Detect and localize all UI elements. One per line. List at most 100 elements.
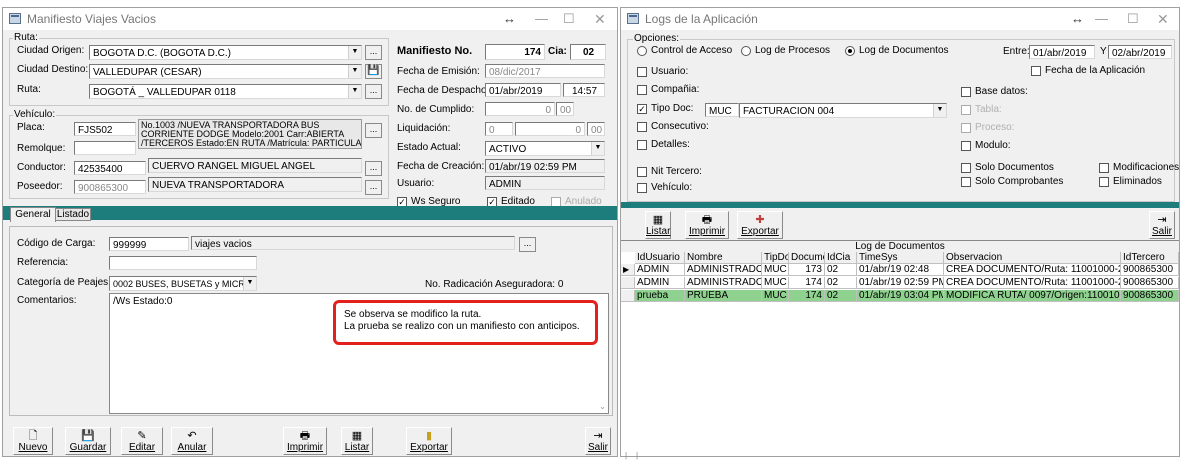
minimize-icon[interactable]: — — [535, 11, 548, 26]
tipo-doc-code-input[interactable]: MUC — [705, 103, 739, 117]
anular-button[interactable]: ↶ Anular — [171, 427, 213, 455]
conductor-browse-button[interactable]: ... — [365, 161, 382, 176]
table-cell[interactable]: ADMIN — [635, 264, 685, 276]
fecha-desde-input[interactable]: 01/abr/2019 — [1029, 45, 1095, 59]
table-cell[interactable]: MODIFICA RUTA/ 0097/Origen:11001000/D — [944, 290, 1121, 302]
column-header[interactable]: TipDoc — [762, 252, 789, 264]
remolque-input[interactable] — [74, 141, 136, 155]
radio-control-acceso[interactable] — [637, 46, 647, 56]
close-icon[interactable]: ✕ — [1157, 11, 1169, 28]
vehiculo-browse-button[interactable]: ... — [365, 123, 382, 138]
table-cell[interactable]: 01/abr/19 02:59 PM — [857, 277, 944, 289]
nit-tercero-checkbox[interactable] — [637, 167, 647, 177]
save-disk-icon[interactable]: 💾 — [365, 64, 382, 79]
hora-despacho-input[interactable]: 14:57 — [563, 83, 605, 97]
table-cell[interactable]: ADMINISTRADOR — [685, 277, 762, 289]
maximize-icon[interactable]: ☐ — [1127, 11, 1139, 27]
vehiculo-checkbox[interactable] — [637, 183, 647, 193]
chevron-down-icon[interactable]: ▼ — [243, 277, 256, 290]
row-indicator[interactable] — [621, 277, 635, 289]
poseedor-browse-button[interactable]: ... — [365, 180, 382, 195]
table-cell[interactable]: 02 — [825, 264, 857, 276]
column-header[interactable]: TimeSys — [857, 252, 944, 264]
column-header[interactable]: Documento — [789, 252, 825, 264]
column-header[interactable]: IdTercero — [1121, 252, 1179, 264]
table-cell[interactable]: 174 — [789, 277, 825, 289]
close-icon[interactable]: ✕ — [594, 11, 606, 28]
table-cell[interactable]: ADMIN — [635, 277, 685, 289]
placa-input[interactable]: FJS502 — [74, 122, 136, 136]
title-bar[interactable]: Logs de la Aplicación ↔ — ☐ ✕ — [621, 8, 1179, 30]
column-header[interactable]: Nombre — [685, 252, 762, 264]
solo-documentos-checkbox[interactable] — [961, 163, 971, 173]
table-cell[interactable]: prueba — [635, 290, 685, 302]
log-exportar-button[interactable]: ✚ Exportar — [737, 211, 783, 239]
column-header[interactable]: IdUsuario — [635, 252, 685, 264]
table-cell[interactable]: 900865300 — [1121, 290, 1179, 302]
table-cell[interactable]: CREA DOCUMENTO/Ruta: 11001000-20001000 — [944, 264, 1121, 276]
estado-select[interactable]: ACTIVO ▼ — [485, 141, 605, 156]
salir-button[interactable]: ⇥ Salir — [585, 427, 611, 455]
modulo-checkbox[interactable] — [961, 141, 971, 151]
imprimir-button[interactable]: 🖶 Imprimir — [283, 427, 327, 455]
row-indicator[interactable]: ▶ — [621, 264, 635, 276]
conductor-id-input[interactable]: 42535400 — [74, 161, 146, 175]
radio-log-procesos[interactable] — [741, 46, 751, 56]
maximize-icon[interactable]: ☐ — [563, 11, 575, 27]
referencia-input[interactable] — [109, 256, 257, 270]
tab-listado[interactable]: Listado — [55, 208, 91, 221]
table-cell[interactable]: MUC — [762, 290, 789, 302]
title-bar[interactable]: Manifiesto Viajes Vacios ↔ — ☐ ✕ — [3, 8, 617, 30]
table-cell[interactable]: MUC — [762, 277, 789, 289]
restore-arrows-icon[interactable]: ↔ — [503, 11, 516, 26]
detalles-checkbox[interactable] — [637, 140, 647, 150]
ciudad-origen-browse-button[interactable]: ... — [365, 45, 382, 60]
solo-comprobantes-checkbox[interactable] — [961, 177, 971, 187]
chevron-down-icon[interactable]: ▼ — [591, 142, 604, 155]
nuevo-button[interactable]: 🗋 Nuevo — [13, 427, 53, 455]
chevron-down-icon[interactable]: ▼ — [348, 46, 361, 59]
radio-log-documentos[interactable] — [845, 46, 855, 56]
cia-value[interactable]: 02 — [570, 44, 606, 60]
codigo-carga-input[interactable]: 999999 — [109, 237, 189, 251]
ruta-browse-button[interactable]: ... — [365, 84, 382, 99]
log-salir-button[interactable]: ⇥ Salir — [1149, 211, 1175, 239]
poseedor-id-input[interactable]: 900865300 — [74, 180, 146, 194]
ciudad-origen-select[interactable]: BOGOTA D.C. (BOGOTA D.C.) ▼ — [89, 45, 362, 60]
textarea-scroll-down[interactable]: ⌄ — [599, 402, 606, 411]
minimize-icon[interactable]: — — [1095, 11, 1108, 26]
base-datos-checkbox[interactable] — [961, 87, 971, 97]
proceso-checkbox[interactable] — [961, 123, 971, 133]
eliminados-checkbox[interactable] — [1099, 177, 1109, 187]
table-cell[interactable]: 900865300 — [1121, 277, 1179, 289]
table-cell[interactable]: 02 — [825, 290, 857, 302]
ruta-select[interactable]: BOGOTÁ _ VALLEDUPAR 0118 ▼ — [89, 84, 362, 99]
guardar-button[interactable]: 💾 Guardar — [65, 427, 111, 455]
column-header[interactable]: IdCia — [825, 252, 857, 264]
tabla-checkbox[interactable] — [961, 105, 971, 115]
column-header[interactable]: Observacion — [944, 252, 1121, 264]
fecha-hasta-input[interactable]: 02/abr/2019 — [1108, 45, 1172, 59]
tab-general[interactable]: General — [10, 207, 56, 222]
codigo-carga-browse-button[interactable]: ... — [519, 237, 536, 252]
table-cell[interactable]: 900865300 — [1121, 264, 1179, 276]
listar-button[interactable]: ▦ Listar — [341, 427, 373, 455]
chevron-down-icon[interactable]: ▼ — [348, 65, 361, 78]
fecha-despacho-input[interactable]: 01/abr/2019 — [485, 83, 561, 97]
table-cell[interactable]: 173 — [789, 264, 825, 276]
table-cell[interactable]: 02 — [825, 277, 857, 289]
exportar-button[interactable]: ▮ Exportar — [406, 427, 452, 455]
tipo-doc-select[interactable]: FACTURACION 004 ▼ — [739, 103, 947, 118]
categoria-select[interactable]: 0002 BUSES, BUSETAS y MICR( ▼ — [109, 276, 257, 291]
table-cell[interactable]: ADMINISTRADOR — [685, 264, 762, 276]
chevron-down-icon[interactable]: ▼ — [933, 104, 946, 117]
consecutivo-checkbox[interactable] — [637, 122, 647, 132]
log-listar-button[interactable]: ▦ Listar — [645, 211, 671, 239]
table-cell[interactable]: MUC — [762, 264, 789, 276]
editar-button[interactable]: ✎ Editar — [121, 427, 163, 455]
tipo-doc-checkbox[interactable]: ✓ — [637, 104, 647, 114]
table-cell[interactable]: PRUEBA — [685, 290, 762, 302]
restore-arrows-icon[interactable]: ↔ — [1071, 11, 1084, 26]
table-cell[interactable]: 174 — [789, 290, 825, 302]
modificaciones-checkbox[interactable] — [1099, 163, 1109, 173]
